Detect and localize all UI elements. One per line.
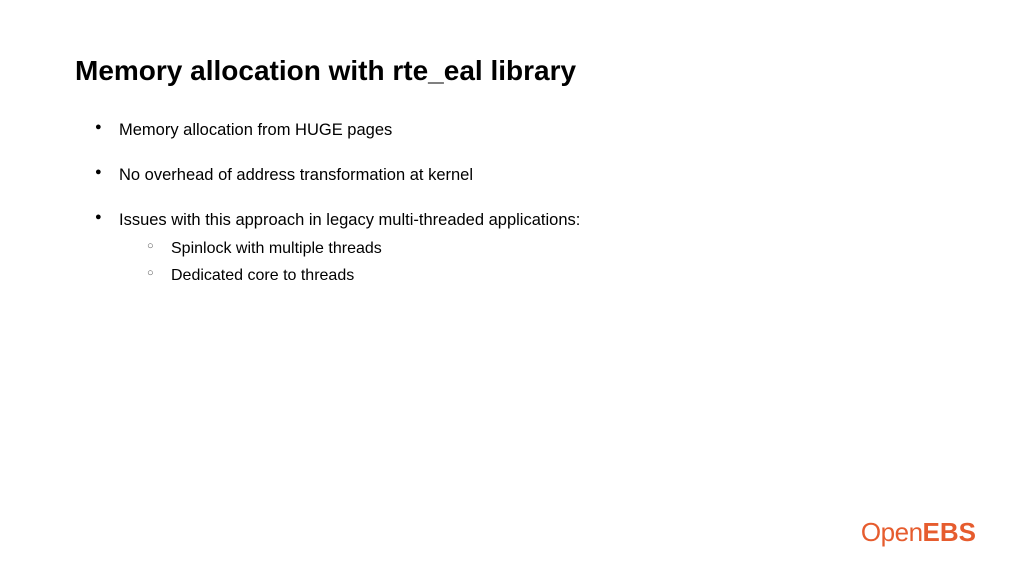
logo-part-open: Open xyxy=(861,517,923,547)
bullet-item: Issues with this approach in legacy mult… xyxy=(95,209,949,287)
sub-item-text: Spinlock with multiple threads xyxy=(171,240,382,257)
sub-item: Dedicated core to threads xyxy=(147,265,949,287)
bullet-list: Memory allocation from HUGE pages No ove… xyxy=(75,119,949,287)
sub-item-text: Dedicated core to threads xyxy=(171,267,354,284)
bullet-text: No overhead of address transformation at… xyxy=(119,166,473,184)
bullet-text: Memory allocation from HUGE pages xyxy=(119,121,392,139)
slide-title: Memory allocation with rte_eal library xyxy=(75,55,949,87)
logo-openebs: OpenEBS xyxy=(861,517,976,548)
logo-part-ebs: EBS xyxy=(923,517,976,547)
bullet-item: No overhead of address transformation at… xyxy=(95,164,949,187)
slide: Memory allocation with rte_eal library M… xyxy=(0,0,1024,576)
bullet-item: Memory allocation from HUGE pages xyxy=(95,119,949,142)
sub-item: Spinlock with multiple threads xyxy=(147,238,949,260)
sub-list: Spinlock with multiple threads Dedicated… xyxy=(119,238,949,287)
bullet-text: Issues with this approach in legacy mult… xyxy=(119,211,580,229)
